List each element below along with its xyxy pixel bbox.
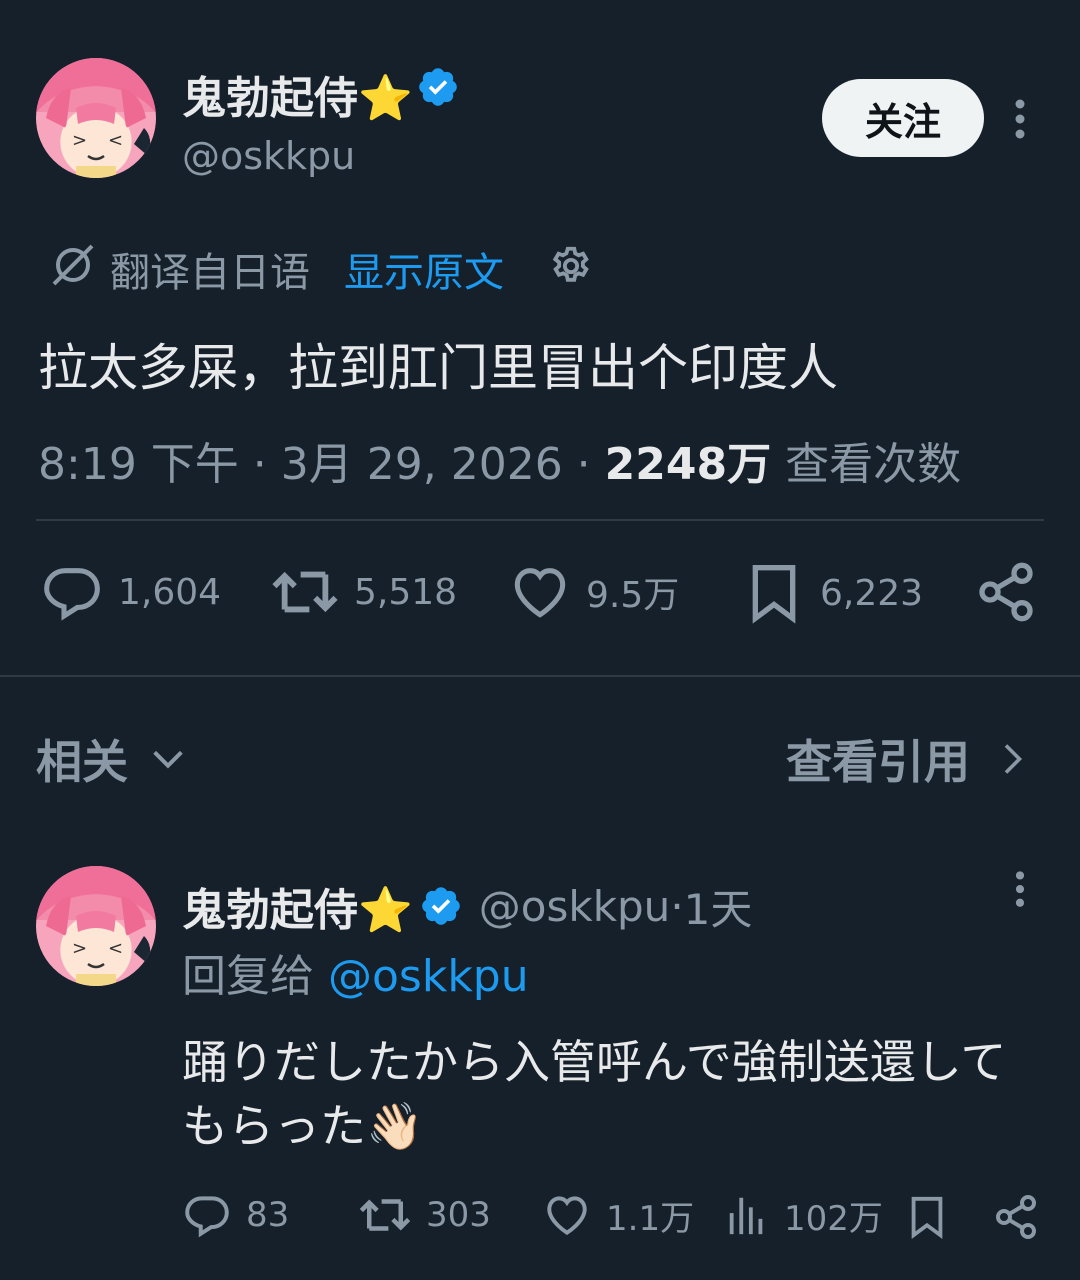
replying-to: 回复给 @oskkpu: [182, 940, 529, 1004]
reply-views-button[interactable]: 102万: [724, 1190, 883, 1240]
author-name[interactable]: 鬼勃起侍⭐: [182, 62, 413, 126]
more-options-button[interactable]: [1010, 98, 1030, 146]
speech-bubble-icon: [185, 1196, 229, 1238]
reply-author-name[interactable]: 鬼勃起侍⭐: [182, 874, 413, 938]
views-count[interactable]: 2248万: [605, 439, 771, 490]
related-label: 相关: [36, 735, 128, 789]
views-label[interactable]: 查看次数: [785, 439, 961, 490]
reply-more-options-button[interactable]: [1010, 870, 1030, 914]
share-button[interactable]: [974, 560, 1038, 628]
repost-count: 5,518: [354, 571, 458, 613]
repost-icon: [359, 1199, 411, 1231]
reply-prefix: 回复给: [182, 951, 314, 1002]
reply-author-handle[interactable]: @oskkpu: [479, 882, 671, 931]
reply-share-button[interactable]: [992, 1192, 1040, 1246]
translation-source-label: 翻译自日语: [110, 250, 310, 296]
view-quotes-label: 查看引用: [786, 735, 970, 789]
follow-button[interactable]: 关注: [822, 79, 984, 157]
reply-bookmark-button[interactable]: [904, 1192, 950, 1246]
reply-repost-count: 303: [426, 1195, 491, 1235]
heart-icon: [514, 568, 566, 618]
post-date[interactable]: 3月 29, 2026: [281, 439, 563, 490]
related-dropdown[interactable]: 相关: [36, 726, 188, 792]
repost-button[interactable]: 5,518: [270, 560, 457, 624]
share-icon: [996, 1195, 1036, 1239]
reply-header: 鬼勃起侍⭐ @oskkpu · 1天: [182, 874, 752, 938]
reply-reply-button[interactable]: 83: [182, 1190, 289, 1240]
post-time[interactable]: 8:19 下午: [38, 439, 239, 490]
view-quotes-link[interactable]: 查看引用: [786, 726, 1030, 792]
like-button[interactable]: 9.5万: [508, 560, 679, 624]
divider: [36, 519, 1044, 521]
reply-to-handle[interactable]: @oskkpu: [328, 951, 529, 1002]
svg-text:<: <: [108, 938, 123, 959]
chevron-right-icon: [1004, 744, 1023, 774]
speech-bubble-icon: [44, 568, 100, 621]
post-meta: 8:19 下午 · 3月 29, 2026 · 2248万 查看次数: [38, 439, 962, 490]
svg-text:>: >: [72, 130, 87, 151]
post-text: 拉太多屎，拉到肛门里冒出个印度人: [38, 339, 838, 397]
reply-author-avatar[interactable]: > <: [36, 866, 156, 986]
more-vertical-icon: [1015, 871, 1025, 907]
share-icon: [979, 562, 1033, 622]
reply-like-button[interactable]: 1.1万: [542, 1190, 694, 1240]
show-original-link[interactable]: 显示原文: [344, 240, 504, 298]
reply-time[interactable]: 1天: [684, 876, 753, 937]
bookmark-count: 6,223: [820, 572, 924, 614]
reply-count: 1,604: [118, 571, 222, 613]
more-vertical-icon: [1015, 99, 1025, 139]
verified-badge-icon: [422, 887, 460, 925]
repost-icon: [272, 571, 338, 613]
bookmark-icon: [911, 1196, 943, 1240]
bookmark-icon: [752, 565, 796, 624]
heart-icon: [547, 1196, 587, 1236]
verified-badge-icon: [419, 68, 457, 106]
reply-views-count: 102万: [784, 1198, 883, 1239]
like-count: 9.5万: [586, 575, 680, 616]
section-divider: [0, 675, 1080, 677]
svg-text:<: <: [108, 130, 123, 151]
reply-reply-count: 83: [246, 1195, 290, 1235]
reply-repost-button[interactable]: 303: [358, 1190, 491, 1240]
reply-button[interactable]: 1,604: [40, 560, 221, 624]
reply-text: 踊りだしたから入管呼んで強制送還してもらった👋🏻: [182, 1035, 1007, 1153]
reply-like-count: 1.1万: [606, 1198, 695, 1239]
svg-text:>: >: [72, 938, 87, 959]
bar-chart-icon: [729, 1197, 763, 1235]
author-avatar[interactable]: > <: [36, 58, 156, 178]
chevron-down-icon: [153, 750, 183, 769]
author-handle[interactable]: @oskkpu: [182, 134, 355, 178]
gear-icon[interactable]: [548, 243, 594, 289]
translate-icon: [52, 244, 94, 286]
bookmark-button[interactable]: 6,223: [742, 560, 923, 626]
